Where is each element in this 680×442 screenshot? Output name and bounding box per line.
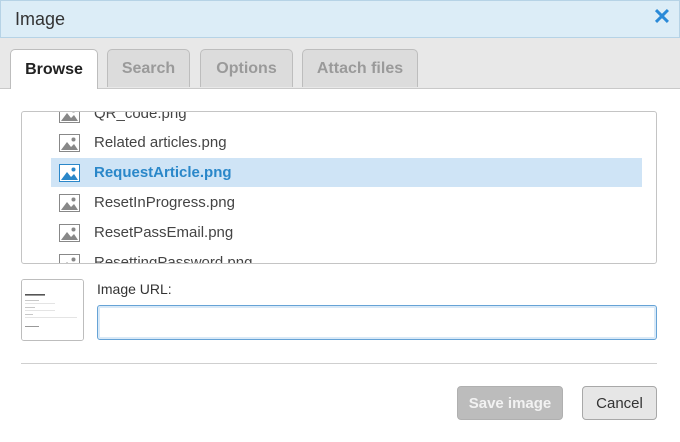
image-file-icon — [59, 193, 80, 212]
image-file-icon — [59, 223, 80, 242]
file-row-qr-code[interactable]: QR_code.png — [51, 111, 642, 128]
file-row-reset-in-progress[interactable]: ResetInProgress.png — [51, 188, 642, 217]
image-file-icon — [59, 112, 80, 123]
file-name: Related articles.png — [94, 134, 227, 151]
file-row-resetting-password[interactable]: ResettingPassword.png — [51, 248, 642, 264]
tab-search[interactable]: Search — [107, 49, 190, 87]
image-preview-thumbnail — [21, 279, 84, 341]
preview-image — [22, 280, 83, 340]
file-row-related-articles[interactable]: Related articles.png — [51, 128, 642, 157]
dialog-titlebar: Image ✕ — [0, 0, 680, 38]
cancel-button[interactable]: Cancel — [582, 386, 657, 420]
file-name: ResetInProgress.png — [94, 194, 235, 211]
close-icon[interactable]: ✕ — [651, 6, 673, 28]
image-dialog: Image ✕ Browse Search Options Attach fil… — [0, 0, 680, 442]
image-file-icon — [59, 163, 80, 182]
file-name: RequestArticle.png — [94, 164, 232, 181]
save-image-button[interactable]: Save image — [457, 386, 563, 420]
tab-bar: Browse Search Options Attach files — [0, 38, 680, 89]
file-row-request-article[interactable]: RequestArticle.png — [51, 158, 642, 187]
image-url-input[interactable] — [97, 305, 657, 340]
image-url-label: Image URL: — [97, 281, 172, 297]
image-file-icon — [59, 253, 80, 263]
file-name: QR_code.png — [94, 111, 187, 122]
file-row-reset-pass-email[interactable]: ResetPassEmail.png — [51, 218, 642, 247]
file-name: ResetPassEmail.png — [94, 224, 234, 241]
tab-attach-files[interactable]: Attach files — [302, 49, 418, 87]
tab-options[interactable]: Options — [200, 49, 293, 87]
tab-browse[interactable]: Browse — [10, 49, 98, 89]
file-name: ResettingPassword.png — [94, 254, 253, 264]
dialog-title: Image — [15, 9, 66, 29]
image-file-icon — [59, 133, 80, 152]
file-list[interactable]: QR_code.png Related articles.png Request… — [21, 111, 657, 264]
footer-divider — [21, 363, 657, 364]
